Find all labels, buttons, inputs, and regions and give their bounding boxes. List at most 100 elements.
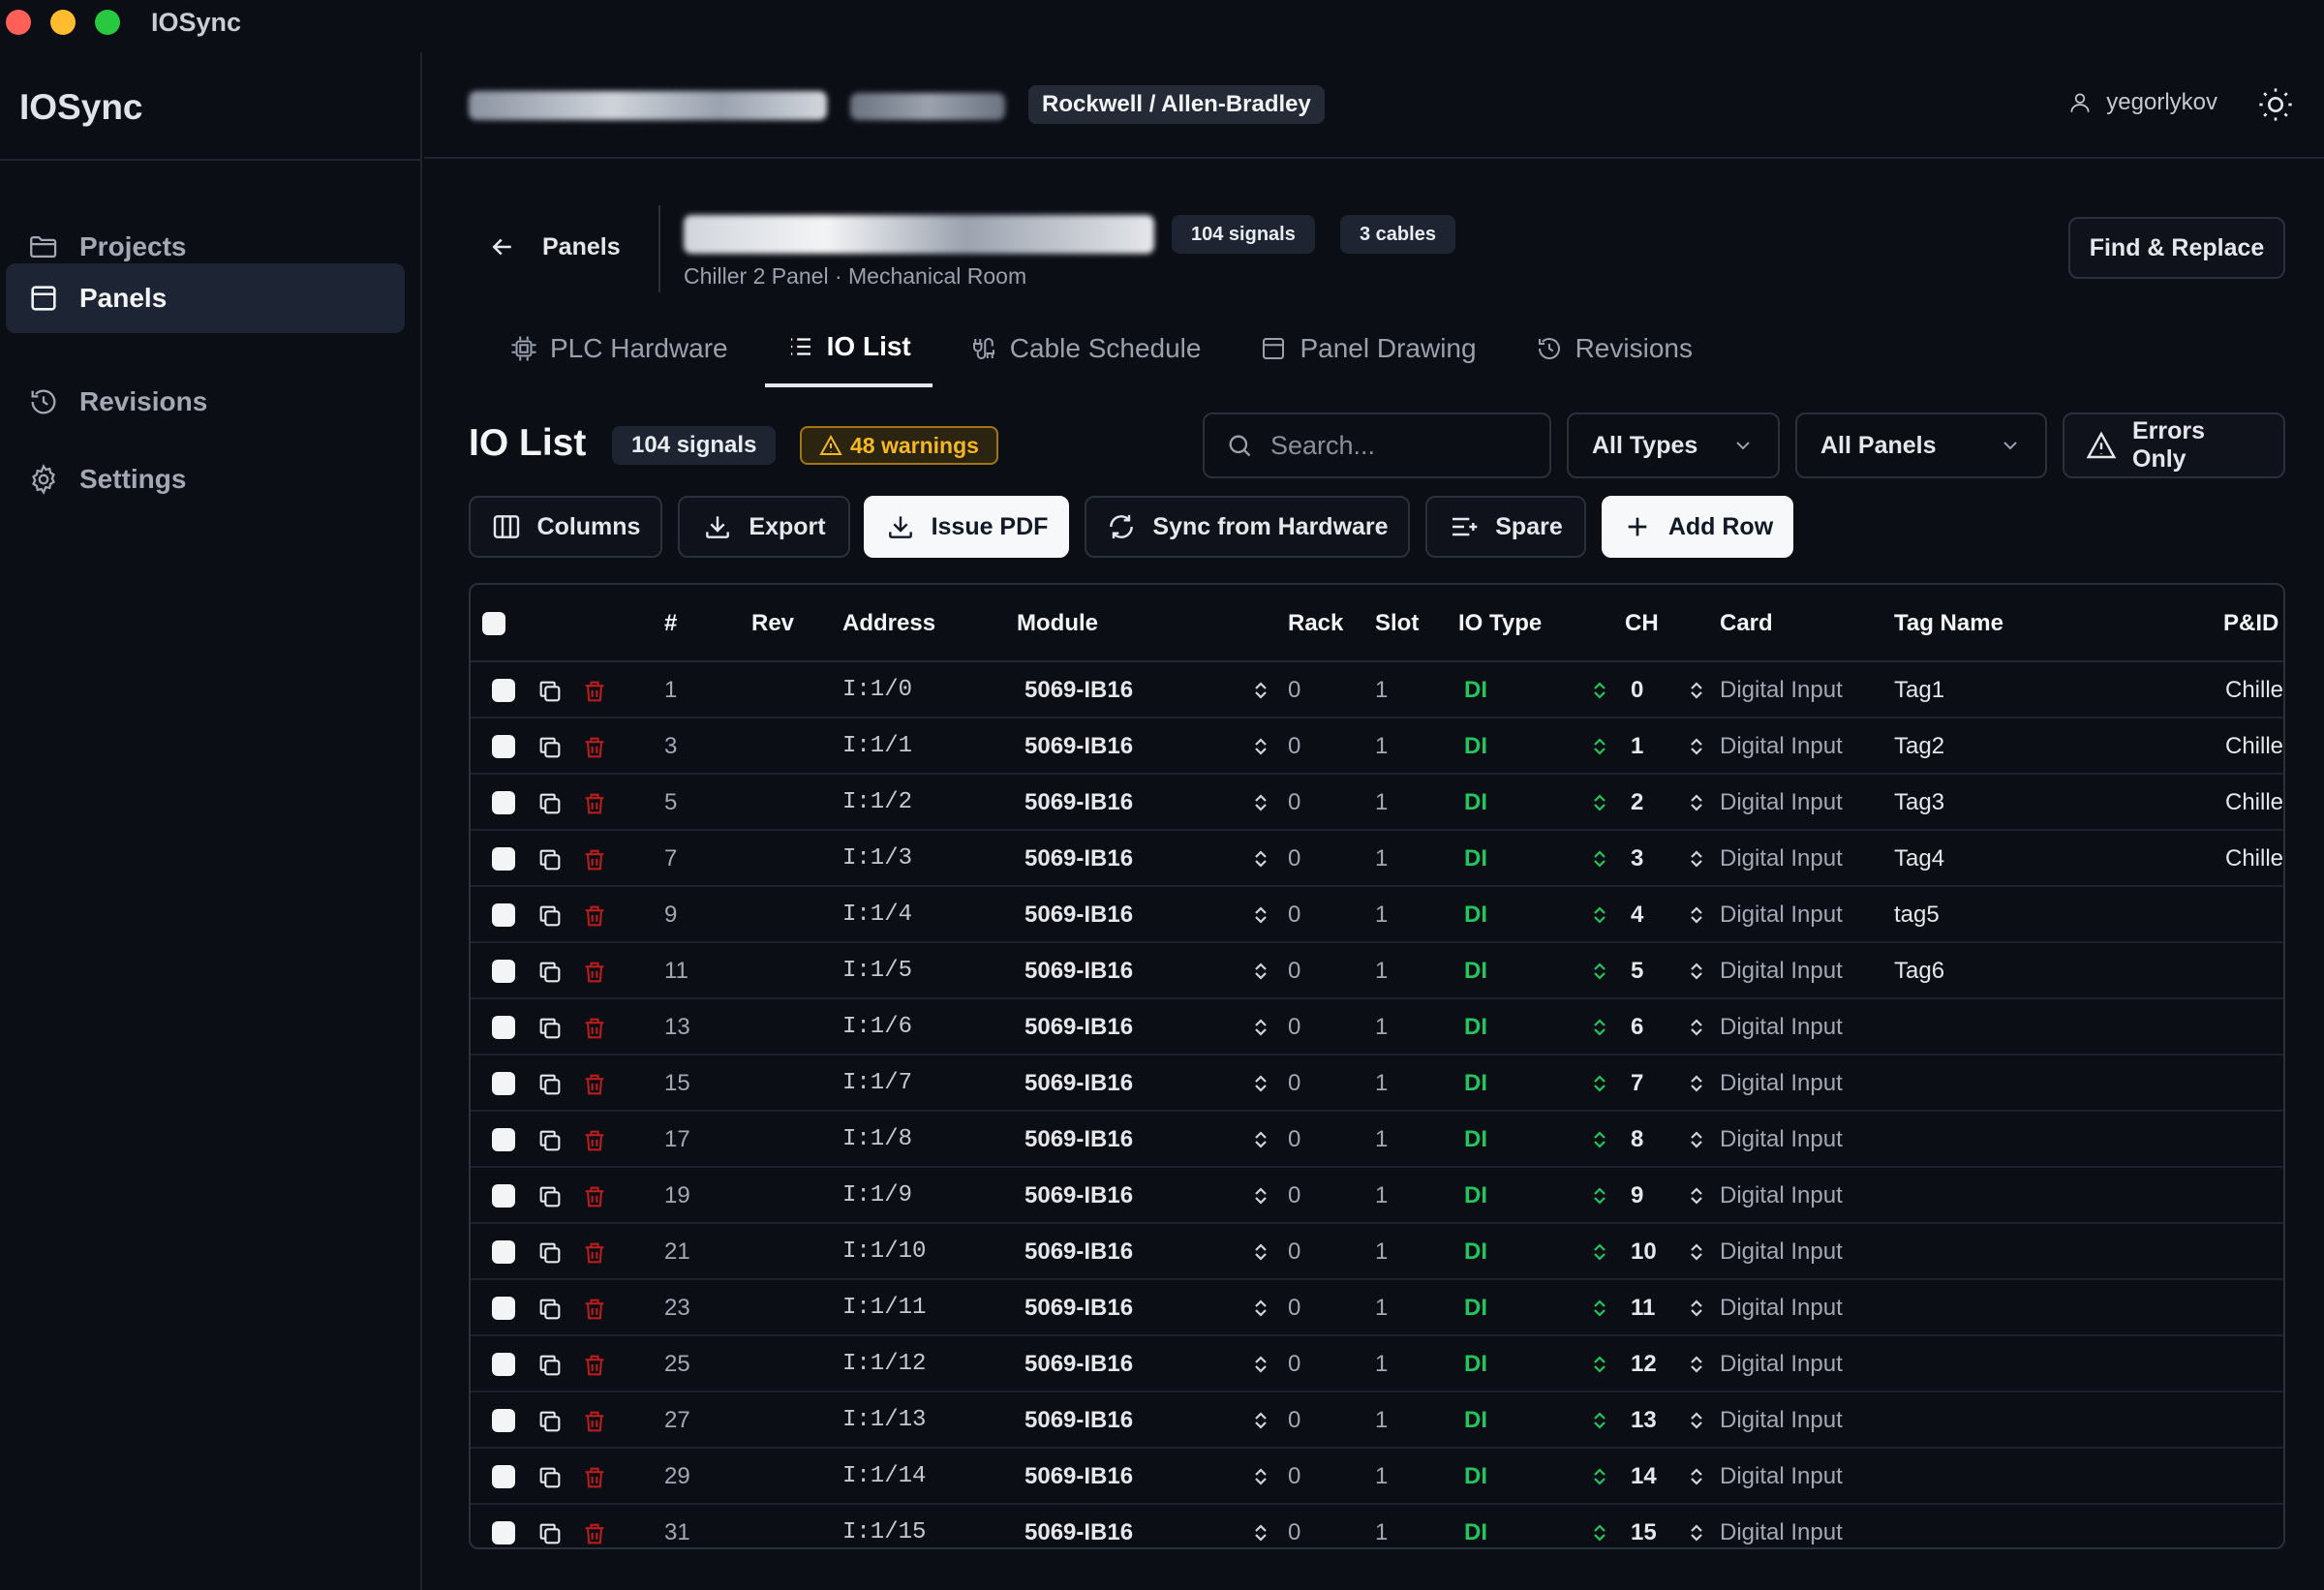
trash-icon[interactable] [581, 1296, 608, 1323]
trash-icon[interactable] [581, 959, 608, 986]
trash-icon[interactable] [581, 1464, 608, 1491]
card-select-icon[interactable] [1685, 903, 1708, 927]
module-select-icon[interactable] [1249, 960, 1272, 983]
io-type-select-icon[interactable] [1588, 1184, 1611, 1208]
row-module[interactable]: 5069-IB16 [1024, 1351, 1133, 1378]
copy-icon[interactable] [536, 1015, 564, 1042]
row-tag-name[interactable]: Tag1 [1894, 677, 1944, 704]
row-ch[interactable]: 5 [1631, 958, 1643, 985]
module-select-icon[interactable] [1249, 1465, 1272, 1488]
row-card[interactable]: Digital Input [1720, 1463, 1843, 1490]
type-filter-select[interactable]: All Types [1567, 413, 1780, 478]
row-io-type[interactable]: DI [1464, 733, 1487, 760]
row-module[interactable]: 5069-IB16 [1024, 1463, 1133, 1490]
row-card[interactable]: Digital Input [1720, 1351, 1843, 1378]
module-select-icon[interactable] [1249, 1184, 1272, 1208]
panel-filter-select[interactable]: All Panels [1795, 413, 2047, 478]
find-replace-button[interactable]: Find & Replace [2068, 217, 2285, 279]
row-checkbox[interactable] [492, 1072, 515, 1095]
io-type-select-icon[interactable] [1588, 1240, 1611, 1264]
row-card[interactable]: Digital Input [1720, 789, 1843, 816]
row-address[interactable]: I:1/2 [842, 789, 912, 815]
row-slot[interactable]: 1 [1375, 1351, 1388, 1378]
module-select-icon[interactable] [1249, 1016, 1272, 1039]
table-row[interactable]: 9 I:1/4 5069-IB16 0 1 DI 4 Digital Input tag5 [471, 887, 2283, 943]
row-pid[interactable]: Chille [2225, 845, 2283, 872]
copy-icon[interactable] [536, 959, 564, 986]
row-ch[interactable]: 13 [1631, 1407, 1657, 1434]
row-slot[interactable]: 1 [1375, 845, 1388, 872]
card-select-icon[interactable] [1685, 1465, 1708, 1488]
row-rack[interactable]: 0 [1288, 677, 1300, 704]
row-slot[interactable]: 1 [1375, 902, 1388, 929]
row-slot[interactable]: 1 [1375, 733, 1388, 760]
row-rack[interactable]: 0 [1288, 1407, 1300, 1434]
row-checkbox[interactable] [492, 1128, 515, 1151]
io-type-select-icon[interactable] [1588, 679, 1611, 702]
back-to-panels-link[interactable]: Panels [488, 232, 621, 261]
module-select-icon[interactable] [1249, 1297, 1272, 1320]
row-ch[interactable]: 14 [1631, 1463, 1657, 1490]
trash-icon[interactable] [581, 846, 608, 873]
maximize-window-button[interactable] [95, 10, 120, 35]
sync-from-hardware-button[interactable]: Sync from Hardware [1085, 496, 1410, 558]
sidebar-item-panels[interactable]: Panels [6, 263, 405, 333]
card-select-icon[interactable] [1685, 679, 1708, 702]
row-module[interactable]: 5069-IB16 [1024, 1295, 1133, 1322]
row-address[interactable]: I:1/5 [842, 958, 912, 984]
theme-toggle-sun-icon[interactable] [2256, 85, 2295, 124]
errors-only-toggle[interactable]: Errors Only [2063, 413, 2285, 478]
row-address[interactable]: I:1/0 [842, 677, 912, 703]
row-slot[interactable]: 1 [1375, 1126, 1388, 1153]
row-address[interactable]: I:1/11 [842, 1295, 926, 1321]
io-type-select-icon[interactable] [1588, 1016, 1611, 1039]
row-io-type[interactable]: DI [1464, 1463, 1487, 1490]
card-select-icon[interactable] [1685, 1240, 1708, 1264]
table-row[interactable]: 17 I:1/8 5069-IB16 0 1 DI 8 Digital Input [471, 1112, 2283, 1168]
table-row[interactable]: 31 I:1/15 5069-IB16 0 1 DI 15 Digital Input [471, 1505, 2283, 1547]
sidebar-item-revisions[interactable]: Revisions [6, 368, 405, 436]
header-card[interactable]: Card [1720, 610, 1773, 637]
row-ch[interactable]: 11 [1631, 1295, 1655, 1322]
row-checkbox[interactable] [492, 1353, 515, 1376]
io-type-select-icon[interactable] [1588, 1128, 1611, 1151]
row-ch[interactable]: 8 [1631, 1126, 1643, 1153]
row-checkbox[interactable] [492, 1184, 515, 1208]
header-ch[interactable]: CH [1625, 610, 1659, 637]
io-type-select-icon[interactable] [1588, 1409, 1611, 1432]
minimize-window-button[interactable] [50, 10, 76, 35]
row-address[interactable]: I:1/4 [842, 902, 912, 928]
row-checkbox[interactable] [492, 1521, 515, 1544]
row-checkbox[interactable] [492, 1465, 515, 1488]
row-checkbox[interactable] [492, 679, 515, 702]
row-address[interactable]: I:1/8 [842, 1126, 912, 1152]
row-rack[interactable]: 0 [1288, 1126, 1300, 1153]
row-checkbox[interactable] [492, 1016, 515, 1039]
trash-icon[interactable] [581, 790, 608, 817]
trash-icon[interactable] [581, 1352, 608, 1379]
card-select-icon[interactable] [1685, 1353, 1708, 1376]
row-module[interactable]: 5069-IB16 [1024, 733, 1133, 760]
io-type-select-icon[interactable] [1588, 1072, 1611, 1095]
row-module[interactable]: 5069-IB16 [1024, 902, 1133, 929]
trash-icon[interactable] [581, 902, 608, 930]
row-checkbox[interactable] [492, 1409, 515, 1432]
row-module[interactable]: 5069-IB16 [1024, 1407, 1133, 1434]
io-type-select-icon[interactable] [1588, 903, 1611, 927]
tab-io-list[interactable]: IO List [764, 310, 933, 387]
io-type-select-icon[interactable] [1588, 1353, 1611, 1376]
card-select-icon[interactable] [1685, 735, 1708, 758]
row-module[interactable]: 5069-IB16 [1024, 677, 1133, 704]
row-slot[interactable]: 1 [1375, 1407, 1388, 1434]
table-row[interactable]: 19 I:1/9 5069-IB16 0 1 DI 9 Digital Input [471, 1168, 2283, 1224]
row-ch[interactable]: 0 [1631, 677, 1643, 704]
spare-button[interactable]: Spare [1425, 496, 1586, 558]
table-row[interactable]: 27 I:1/13 5069-IB16 0 1 DI 13 Digital Input [471, 1392, 2283, 1449]
header-address[interactable]: Address [842, 610, 935, 637]
row-address[interactable]: I:1/1 [842, 733, 912, 759]
row-rack[interactable]: 0 [1288, 1463, 1300, 1490]
row-io-type[interactable]: DI [1464, 1182, 1487, 1209]
row-io-type[interactable]: DI [1464, 1295, 1487, 1322]
row-address[interactable]: I:1/12 [842, 1351, 926, 1377]
row-address[interactable]: I:1/6 [842, 1014, 912, 1040]
